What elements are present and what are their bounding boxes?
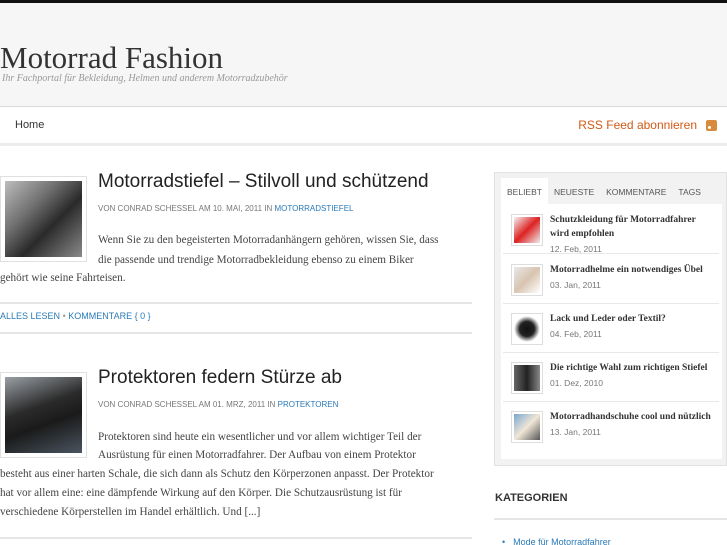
site-description: Ihr Fachportal für Bekleidung, Helmen un… [2,73,288,84]
rss-icon [706,119,717,131]
post-category-link[interactable]: Protektoren [278,400,339,409]
tabbed-widget: Beliebt Neueste Kommentare Tags Schutzkl… [494,172,727,466]
popular-title[interactable]: Motorradhandschuhe cool und nützlich [550,410,715,424]
post-footer: Alles lesen • Kommentare { 0 } [0,302,472,321]
site-title[interactable]: Motorrad Fashion [0,40,223,76]
post-excerpt-line: Ausrüstung für einen Motorradfahrer. Der… [98,449,416,461]
gloves-image [514,414,540,440]
post-excerpt-line: hat vor allem eine: eine dämpfende Wirku… [0,487,402,499]
popular-date: 03. Jan, 2011 [550,280,601,290]
post-excerpt-line: Protektoren sind heute ein wesentlicher … [98,431,422,443]
main-nav: Home RSS Feed abonnieren [0,108,727,146]
post-category-link[interactable]: Motorradstiefel [275,204,354,213]
post-excerpt-line: gehört wie seine Fahrteisen. [0,272,126,284]
post-meta-author-date: von Conrad Schessel am 01. Mrz, 2011 in [98,400,278,409]
post-excerpt-line: Wenn Sie zu den begeisterten Motorradanh… [98,234,439,246]
motorcycle-rider-image [5,377,82,453]
tab-kommentare[interactable]: Kommentare [600,178,672,204]
tab-tags[interactable]: Tags [672,178,707,204]
nav-home-link[interactable]: Home [15,119,44,131]
list-item[interactable]: Die richtige Wahl zum richtigen Stiefel … [503,354,719,402]
categories-heading: Kategorien [495,492,568,504]
post-divider [0,332,472,334]
helmet-image [514,267,540,293]
post-excerpt-line: besteht aus einer harten Schale, die sic… [0,468,434,480]
post-meta: von Conrad Schessel am 01. Mrz, 2011 in … [98,400,338,409]
post-thumbnail[interactable] [0,372,87,458]
popular-date: 01. Dez, 2010 [550,378,603,388]
popular-title[interactable]: Die richtige Wahl zum richtigen Stiefel [550,361,715,375]
popular-date: 04. Feb, 2011 [550,329,602,339]
list-item[interactable]: Motorradhandschuhe cool und nützlich 13.… [503,403,719,451]
list-item[interactable]: Motorradhelme ein notwendiges Übel 03. J… [503,256,719,304]
popular-title[interactable]: Motorradhelme ein notwendiges Übel [550,263,715,277]
post-title[interactable]: Motorradstiefel – Stilvoll und schützend [98,171,429,193]
post-excerpt-line: die passende und trendige Motorradbeklei… [98,254,414,266]
widget-tabs: Beliebt Neueste Kommentare Tags [501,178,707,204]
post-meta-author-date: von Conrad Schessel am 10. Mai, 2011 in [98,204,275,213]
post-title[interactable]: Protektoren federn Stürze ab [98,367,342,389]
comments-link[interactable]: Kommentare { 0 } [68,311,150,321]
red-jacket-image [514,217,540,243]
footer-separator: • [62,311,66,321]
categories-divider [494,518,727,520]
list-item[interactable]: Lack und Leder oder Textil? 04. Feb, 201… [503,305,719,353]
category-link[interactable]: Mode für Motorradfahrer [502,537,611,545]
post-divider [0,537,472,539]
popular-posts-list: Schutzkleidung für Motorradfahrer wird e… [501,204,722,459]
tab-neueste[interactable]: Neueste [548,178,600,204]
rss-label: RSS Feed abonnieren [578,118,697,132]
tab-beliebt[interactable]: Beliebt [501,178,548,204]
popular-date: 12. Feb, 2011 [550,244,602,254]
leather-suit-image [514,316,540,342]
list-item[interactable]: Schutzkleidung für Motorradfahrer wird e… [503,204,719,254]
rss-subscribe-link[interactable]: RSS Feed abonnieren [578,118,717,132]
popular-thumbnail[interactable] [511,214,543,246]
post-thumbnail[interactable] [0,176,87,262]
post-excerpt-line: verschiedene Körperstellen im Handel erh… [0,506,261,518]
boots-image [5,181,82,257]
popular-thumbnail[interactable] [511,264,543,296]
read-more-link[interactable]: Alles lesen [0,311,60,321]
popular-thumbnail[interactable] [511,313,543,345]
popular-thumbnail[interactable] [511,362,543,394]
popular-date: 13. Jan, 2011 [550,427,601,437]
site-header: Motorrad Fashion Ihr Fachportal für Bekl… [0,3,727,107]
boots-image [514,365,540,391]
post-meta: von Conrad Schessel am 10. Mai, 2011 in … [98,204,353,213]
popular-thumbnail[interactable] [511,411,543,443]
popular-title[interactable]: Lack und Leder oder Textil? [550,312,715,326]
popular-title[interactable]: Schutzkleidung für Motorradfahrer wird e… [550,213,715,241]
